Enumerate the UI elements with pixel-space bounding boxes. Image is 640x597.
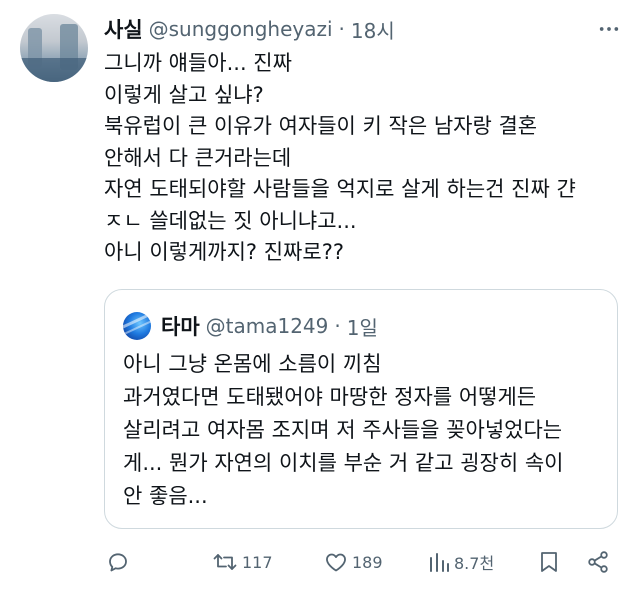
bar-chart-icon xyxy=(430,553,449,572)
quoted-avatar[interactable] xyxy=(123,312,151,340)
separator-dot: · xyxy=(338,17,345,41)
tweet-text: 그니까 얘들아... 진짜 이렇게 살고 싶냐? 북유럽이 큰 이유가 여자들이… xyxy=(104,48,624,269)
views-button[interactable]: 8.7천 xyxy=(428,544,494,580)
quoted-user-handle[interactable]: @tama1249 xyxy=(206,314,329,338)
avatar-water xyxy=(20,58,88,82)
tweet[interactable]: 사실 @sunggongheyazi · 18시 그니까 얘들아... 진짜 이… xyxy=(0,0,640,597)
tweet-text-line: ㅈㄴ 쓸데없는 짓 아니냐고... xyxy=(104,208,357,233)
like-button[interactable]: 189 xyxy=(324,544,383,580)
timestamp[interactable]: 18시 xyxy=(351,15,395,44)
display-name[interactable]: 사실 xyxy=(104,14,143,44)
quoted-tweet-header: 타마 @tama1249 · 1일 xyxy=(161,310,378,342)
retweet-count: 117 xyxy=(242,552,273,572)
avatar[interactable] xyxy=(20,14,88,82)
quoted-text-line: 안 좋음... xyxy=(123,484,208,508)
quoted-timestamp[interactable]: 1일 xyxy=(347,312,378,341)
bookmark-button[interactable] xyxy=(538,544,560,580)
tweet-text-line: 안해서 다 큰거라는데 xyxy=(104,145,292,170)
separator-dot: · xyxy=(334,314,341,338)
quoted-text-line: 아니 그냥 온몸에 소름이 끼침 xyxy=(123,352,382,376)
tweet-text-line: 북유럽이 큰 이유가 여자들이 키 작은 남자랑 결혼 xyxy=(104,114,538,138)
action-bar: 117 189 8.7천 xyxy=(104,544,620,580)
retweet-button[interactable]: 117 xyxy=(212,544,273,580)
views-count: 8.7천 xyxy=(454,554,495,573)
tweet-text-line: 이렇게 살고 싶냐? xyxy=(104,82,264,107)
tweet-text-line: 아니 이렇게까지? 진짜로?? xyxy=(104,240,344,264)
bookmark-icon xyxy=(541,552,557,572)
quoted-text-line: 살리려고 여자몸 조지며 저 주사들을 꽂아넣었다는 xyxy=(123,418,563,442)
heart-icon xyxy=(326,553,346,572)
quoted-text-line: 과거였다면 도태됐어야 마땅한 정자를 어떻게든 xyxy=(123,385,537,409)
reply-button[interactable] xyxy=(106,544,130,580)
share-button[interactable] xyxy=(586,544,610,580)
quoted-text-line: 게... 뭔가 자연의 이치를 부순 거 같고 굉장히 속이 xyxy=(123,451,564,475)
quoted-display-name[interactable]: 타마 xyxy=(161,311,200,341)
reply-icon xyxy=(109,553,127,572)
tweet-header: 사실 @sunggongheyazi · 18시 xyxy=(104,14,395,44)
share-icon xyxy=(588,551,608,573)
tweet-text-line: 그니까 얘들아... 진짜 xyxy=(104,51,292,75)
tweet-text-line: 자연 도태되야할 사람들을 억지로 살게 하는건 진짜 갼 xyxy=(104,177,576,201)
user-handle[interactable]: @sunggongheyazi xyxy=(149,17,333,41)
retweet-icon xyxy=(213,554,237,570)
more-options-icon[interactable] xyxy=(598,18,620,40)
quoted-tweet-text: 아니 그냥 온몸에 소름이 끼침 과거였다면 도태됐어야 마땅한 정자를 어떻게… xyxy=(123,348,603,513)
like-count: 189 xyxy=(352,552,383,572)
quoted-tweet[interactable]: 타마 @tama1249 · 1일 아니 그냥 온몸에 소름이 끼침 과거였다면… xyxy=(104,289,618,529)
